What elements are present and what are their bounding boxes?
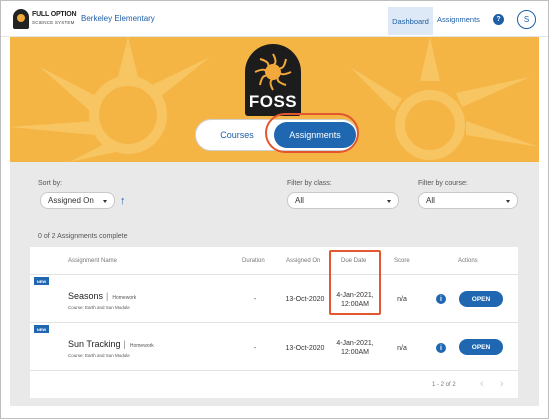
course-filter-value: All: [426, 196, 435, 205]
sort-select[interactable]: Assigned On: [40, 192, 115, 209]
duration-value: -: [253, 296, 257, 303]
col-header-name: Assignment Name: [68, 258, 118, 264]
completion-status: 0 of 2 Assignments complete: [38, 233, 128, 240]
info-icon[interactable]: i: [436, 343, 446, 353]
sun-emblem-icon: [254, 53, 292, 91]
open-button[interactable]: OPEN: [459, 291, 503, 307]
chevron-right-icon[interactable]: ›: [500, 378, 504, 390]
col-header-actions: Actions: [458, 258, 478, 264]
class-filter-value: All: [295, 196, 304, 205]
new-badge: NEW: [34, 325, 49, 333]
pagination-status: 1 - 2 of 2: [432, 382, 456, 388]
help-icon[interactable]: ?: [493, 14, 504, 25]
assignment-course: Course: Earth and Sun Module: [68, 305, 130, 310]
logo-line2: SCIENCE SYSTEM: [32, 20, 75, 25]
class-filter-label: Filter by class:: [287, 180, 332, 187]
logo-line1: FULL OPTION: [32, 11, 77, 18]
chevron-down-icon: [387, 200, 391, 203]
row-divider: [30, 370, 518, 371]
nav-assignments[interactable]: Assignments: [437, 15, 480, 24]
due-date: 4-Jan-2021, 12:00AM: [336, 340, 374, 356]
new-badge: NEW: [34, 277, 49, 285]
assignment-type: Homework: [112, 295, 137, 301]
open-button[interactable]: OPEN: [459, 339, 503, 355]
course-filter-select[interactable]: All: [418, 192, 518, 209]
duration-value: -: [253, 345, 257, 352]
chevron-left-icon[interactable]: ‹: [480, 378, 484, 390]
col-header-duration: Duration: [242, 258, 265, 264]
assigned-date: 13-Oct-2020: [285, 345, 325, 352]
highlight-assignments-tab: [265, 113, 359, 153]
chevron-down-icon: [506, 200, 510, 203]
class-filter-select[interactable]: All: [287, 192, 399, 209]
score-value: n/a: [397, 345, 407, 352]
sort-value: Assigned On: [48, 196, 94, 205]
assignment-title[interactable]: Seasons | Homework: [68, 291, 136, 301]
arrow-up-icon[interactable]: ↑: [120, 195, 126, 207]
school-name[interactable]: Berkeley Elementary: [81, 14, 155, 23]
assigned-date: 13-Oct-2020: [285, 296, 325, 303]
foss-logo[interactable]: FULL OPTION SCIENCE SYSTEM: [13, 9, 77, 29]
foss-logo-icon: [13, 9, 29, 29]
chevron-down-icon: [103, 200, 107, 203]
col-header-assigned: Assigned On: [286, 258, 321, 264]
row-divider: [30, 274, 518, 275]
assignment-title[interactable]: Sun Tracking | Homework: [68, 339, 154, 349]
sort-label: Sort by:: [38, 180, 63, 187]
row-divider: [30, 322, 518, 323]
assignment-course: Course: Earth and Sun Module: [68, 353, 130, 358]
info-icon[interactable]: i: [436, 294, 446, 304]
score-value: n/a: [397, 296, 407, 303]
user-avatar[interactable]: S: [517, 10, 536, 29]
assignment-type: Homework: [129, 343, 154, 349]
foss-wordmark: FOSS: [248, 92, 298, 111]
nav-dashboard[interactable]: Dashboard: [388, 7, 433, 35]
col-header-score: Score: [394, 258, 410, 264]
course-filter-label: Filter by course:: [418, 180, 468, 187]
highlight-due-date-column: [329, 250, 381, 315]
top-nav: FULL OPTION SCIENCE SYSTEM Berkeley Elem…: [1, 1, 548, 37]
